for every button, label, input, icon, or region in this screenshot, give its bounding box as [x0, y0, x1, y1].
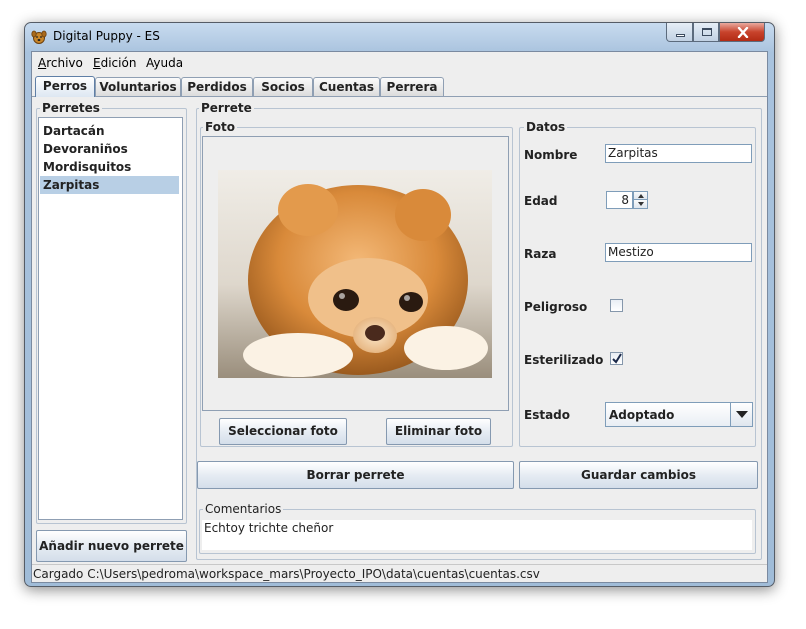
- peligroso-checkbox[interactable]: [610, 299, 623, 312]
- maximize-button[interactable]: [693, 23, 719, 42]
- edad-label: Edad: [524, 194, 558, 208]
- esterilizado-label: Esterilizado: [524, 353, 604, 367]
- perrete-title: Perrete: [199, 101, 254, 115]
- list-item[interactable]: Mordisquitos: [40, 158, 179, 176]
- delete-photo-button[interactable]: Eliminar foto: [386, 418, 491, 445]
- checkmark-icon: [612, 353, 622, 364]
- maximize-icon: [702, 28, 712, 36]
- chevron-down-icon: [736, 411, 748, 418]
- minimize-icon: [676, 34, 685, 37]
- select-photo-button[interactable]: Seleccionar foto: [219, 418, 347, 445]
- tab-cuentas[interactable]: Cuentas: [313, 77, 380, 96]
- list-item[interactable]: Devoraniños: [40, 140, 179, 158]
- save-changes-button[interactable]: Guardar cambios: [519, 461, 758, 489]
- comentarios-textarea[interactable]: Echtoy trichte cheñor: [202, 520, 752, 550]
- tab-voluntarios[interactable]: Voluntarios: [95, 77, 181, 96]
- tab-perrera[interactable]: Perrera: [380, 77, 444, 96]
- menu-edicion[interactable]: Edición: [93, 56, 136, 70]
- window-title: Digital Puppy - ES: [53, 29, 160, 43]
- raza-field[interactable]: Mestizo: [605, 243, 752, 262]
- estado-label: Estado: [524, 408, 571, 422]
- delete-perrete-button[interactable]: Borrar perrete: [197, 461, 514, 489]
- close-icon: [737, 27, 749, 38]
- menu-edicion-label: dición: [100, 56, 137, 70]
- add-perrete-button[interactable]: Añadir nuevo perrete: [36, 530, 187, 562]
- estado-dropdown[interactable]: Adoptado: [605, 402, 753, 427]
- esterilizado-checkbox[interactable]: [610, 352, 623, 365]
- chevron-down-icon: [638, 202, 644, 206]
- estado-selected-value: Adoptado: [609, 408, 675, 422]
- datos-group: [519, 127, 756, 447]
- estado-dropdown-button[interactable]: [730, 403, 752, 426]
- nombre-label: Nombre: [524, 148, 578, 162]
- list-item-selected[interactable]: Zarpitas: [40, 176, 179, 194]
- close-button[interactable]: [719, 23, 765, 42]
- foto-title: Foto: [203, 120, 237, 134]
- nombre-field[interactable]: Zarpitas: [605, 144, 752, 163]
- menu-archivo-mnemonic: A: [38, 56, 47, 70]
- menu-edicion-mnemonic: E: [93, 56, 101, 70]
- raza-label: Raza: [524, 247, 557, 261]
- peligroso-label: Peligroso: [524, 300, 588, 314]
- minimize-button[interactable]: [666, 23, 693, 42]
- menu-bar: [32, 52, 767, 74]
- chevron-up-icon: [638, 194, 644, 198]
- dog-photo: [218, 170, 492, 378]
- edad-decrement-button[interactable]: [633, 200, 648, 209]
- list-item[interactable]: Dartacán: [40, 122, 179, 140]
- tab-socios[interactable]: Socios: [253, 77, 313, 96]
- tab-perdidos[interactable]: Perdidos: [181, 77, 253, 96]
- comentarios-title: Comentarios: [203, 502, 284, 516]
- edad-increment-button[interactable]: [633, 191, 648, 200]
- menu-ayuda[interactable]: Ayuda: [146, 56, 183, 70]
- datos-title: Datos: [524, 120, 568, 134]
- perretes-title: Perretes: [40, 101, 102, 115]
- edad-spinner-field[interactable]: 8: [606, 191, 633, 209]
- menu-archivo[interactable]: Archivo: [38, 56, 83, 70]
- puppy-app-icon: [31, 30, 47, 44]
- menu-archivo-label: rchivo: [46, 56, 83, 70]
- status-bar: Cargado C:\Users\pedroma\workspace_mars\…: [32, 564, 767, 582]
- tab-perros[interactable]: Perros: [35, 76, 95, 97]
